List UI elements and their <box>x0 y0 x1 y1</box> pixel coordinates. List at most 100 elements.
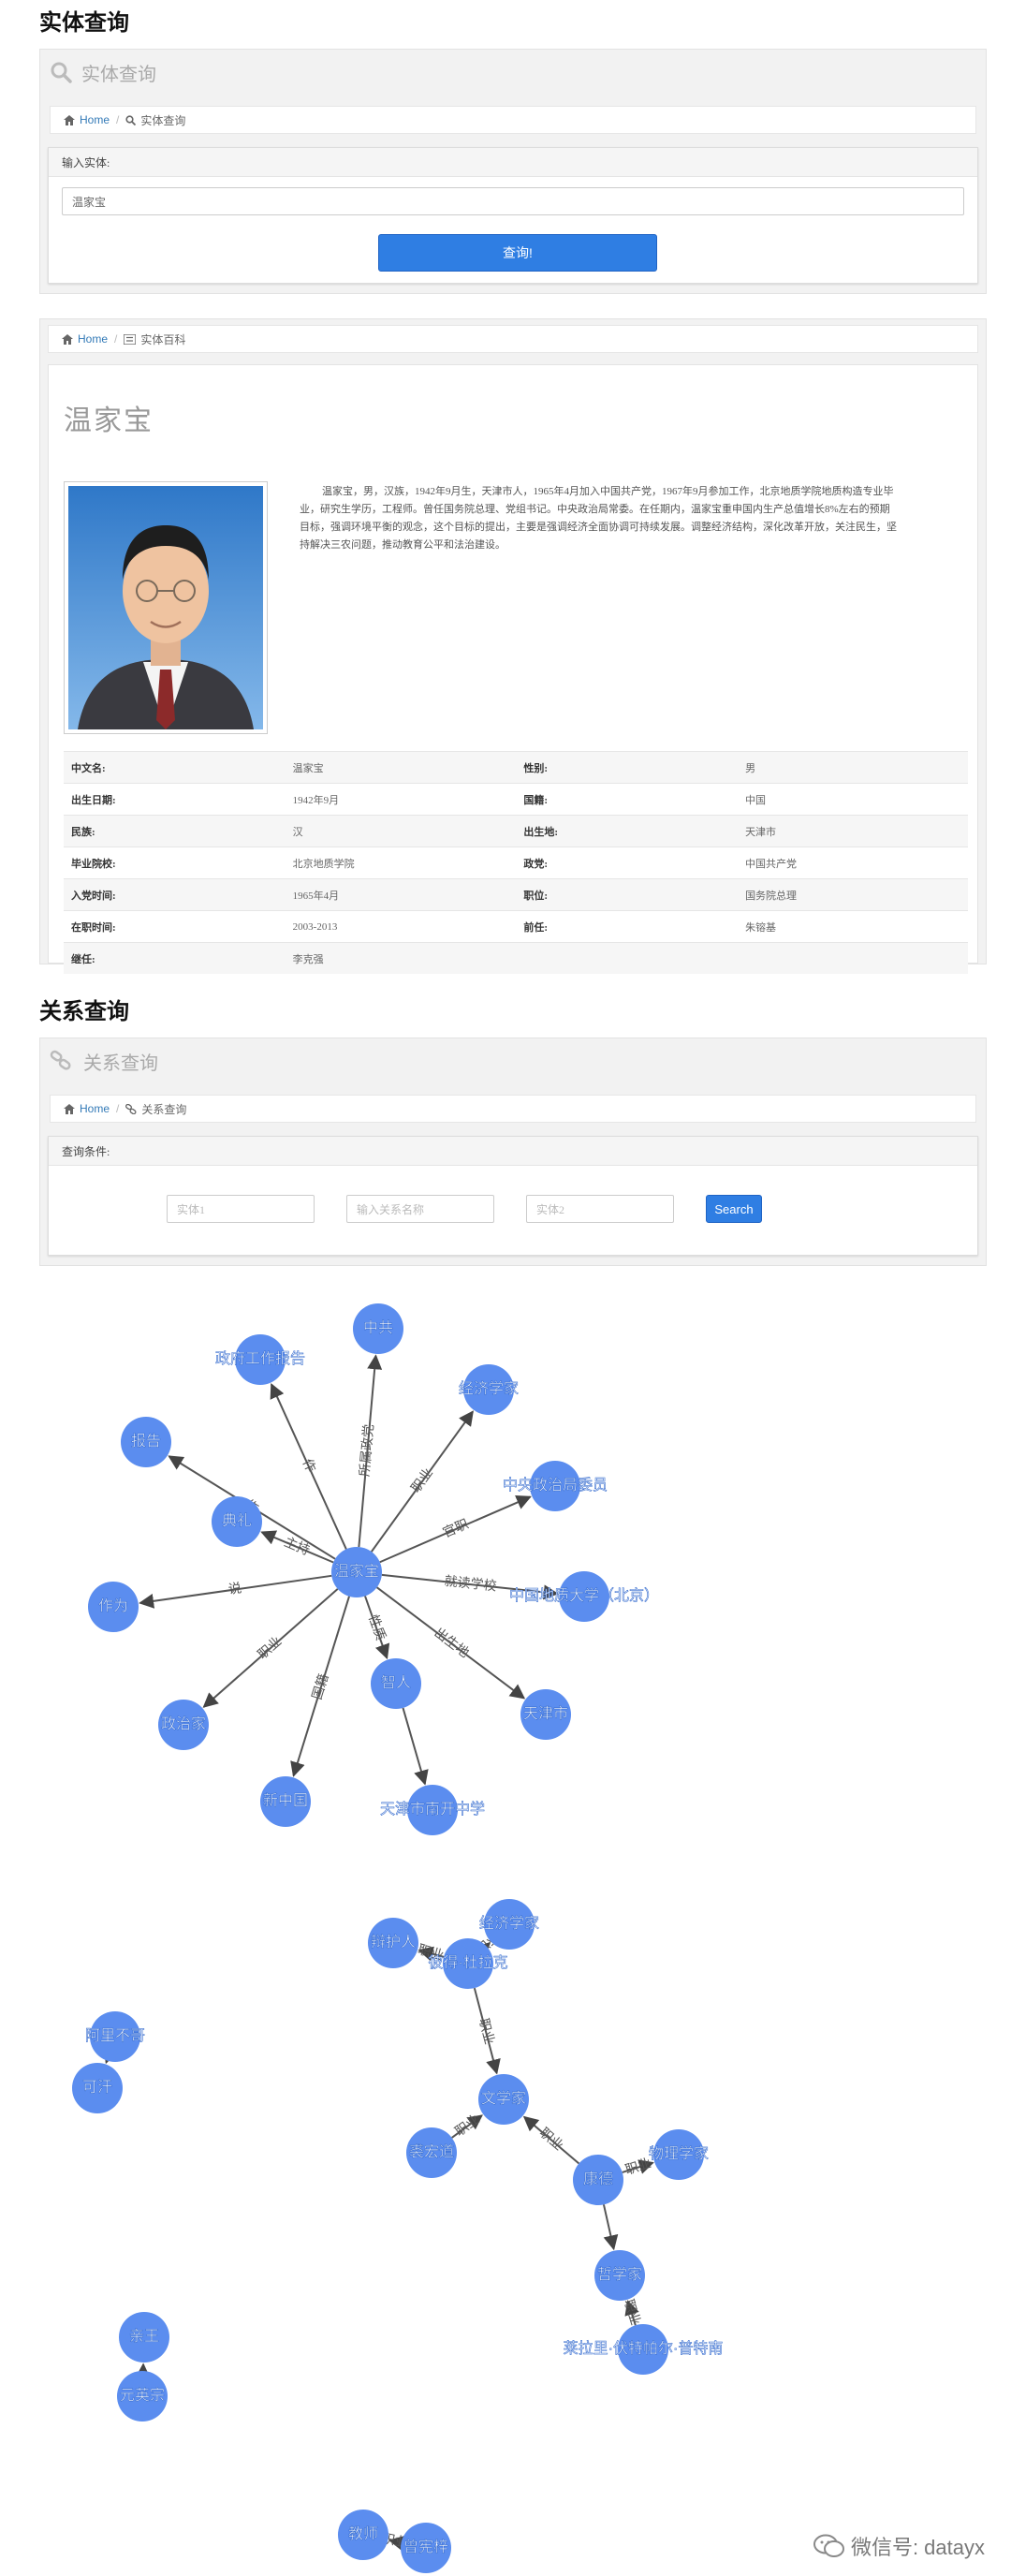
breadcrumb: Home / 实体百科 <box>48 325 978 353</box>
graph-node[interactable]: 阿里不哥 <box>85 2011 145 2062</box>
info-key: 在职时间: <box>64 910 286 943</box>
info-key: 入党时间: <box>64 878 286 911</box>
graph-node[interactable]: 典礼 <box>212 1496 262 1547</box>
info-key <box>516 942 739 974</box>
graph-node[interactable]: 曾宪梓 <box>401 2523 451 2573</box>
graph-edge-label: 国籍 <box>309 1671 331 1700</box>
graph-node[interactable]: 中共 <box>353 1303 403 1354</box>
graph-node[interactable]: 报告 <box>121 1417 171 1467</box>
graph-edge-label: 官职 <box>440 1516 470 1540</box>
relation-graph[interactable]: 所属政党作职业作官职主持就读学校说性质出生地职业国籍职业职业职业职业职业职业职业… <box>0 1293 1011 2576</box>
graph-node-label: 中共 <box>363 1319 393 1336</box>
info-key: 国籍: <box>516 783 739 816</box>
graph-node[interactable]: 中央政治局委员 <box>503 1461 608 1511</box>
info-value: 1942年9月 <box>285 783 517 816</box>
graph-node[interactable]: 教师 <box>338 2510 388 2560</box>
entity2-input[interactable]: 实体2 <box>526 1195 674 1223</box>
info-row: 在职时间: 2003-2013 前任: 朱镕基 <box>64 910 968 943</box>
breadcrumb-separator: / <box>114 332 118 346</box>
entity-name: 温家宝 <box>64 405 154 436</box>
graph-node[interactable]: 元英宗 <box>117 2371 168 2421</box>
graph-node[interactable]: 政府工作报告 <box>215 1334 305 1385</box>
graph-node[interactable]: 经济学家 <box>459 1364 519 1415</box>
graph-node[interactable]: 温家宝 <box>331 1547 382 1597</box>
graph-node-label: 智人 <box>381 1674 411 1691</box>
info-value: 1965年4月 <box>285 878 517 911</box>
breadcrumb-home-link[interactable]: Home <box>78 332 108 346</box>
graph-node-label: 裘宏道 <box>409 2143 454 2160</box>
graph-edge-label: 说 <box>227 1580 242 1597</box>
info-row: 入党时间: 1965年4月 职位: 国务院总理 <box>64 878 968 911</box>
graph-node[interactable]: 天津市 <box>520 1689 571 1740</box>
panel-header: 实体查询 <box>40 50 986 95</box>
info-table: 中文名: 温家宝 性别: 男出生日期: 1942年9月 国籍: 中国 民族: 汉出生地: 天津市毕… <box>64 751 968 974</box>
info-value: 温家宝 <box>285 751 517 784</box>
graph-node[interactable]: 智人 <box>371 1658 421 1709</box>
graph-node[interactable]: 物理学家 <box>649 2129 709 2180</box>
graph-node[interactable]: 天津市南开中学 <box>380 1785 485 1835</box>
graph-edge <box>402 1707 429 1786</box>
home-icon <box>62 333 73 345</box>
graph-node-label: 天津市 <box>523 1705 568 1722</box>
info-value: 天津市 <box>738 815 968 847</box>
entity-input[interactable]: 温家宝 <box>62 187 964 215</box>
graph-edge-label: 职业 <box>622 2297 644 2327</box>
relation-input[interactable]: 输入关系名称 <box>346 1195 494 1223</box>
info-value <box>738 942 968 974</box>
submit-query-button[interactable]: 查询! <box>378 234 657 272</box>
home-icon <box>64 1103 75 1114</box>
graph-node-label: 元英宗 <box>120 2387 165 2404</box>
info-value: 国务院总理 <box>738 878 968 911</box>
relation-form: 查询条件: 实体1 输入关系名称 实体2 Search <box>48 1136 978 1256</box>
graph-node[interactable]: 政治家 <box>158 1700 209 1750</box>
search-icon <box>125 114 137 125</box>
graph-node[interactable]: 莱拉里·伏特帕尔·普特南 <box>563 2324 724 2375</box>
graph-node[interactable]: 哲学家 <box>594 2250 645 2301</box>
breadcrumb: Home / 关系查询 <box>50 1095 976 1123</box>
breadcrumb-current: 实体查询 <box>140 113 186 127</box>
breadcrumb-home-link[interactable]: Home <box>80 1102 110 1115</box>
search-button[interactable]: Search <box>706 1195 762 1223</box>
entity-bio: 温家宝，男，汉族，1942年9月生，天津市人，1965年4月加入中国共产党，19… <box>300 486 897 551</box>
graph-node[interactable]: 文学家 <box>478 2074 529 2125</box>
breadcrumb-home-link[interactable]: Home <box>80 113 110 126</box>
info-key: 毕业院校: <box>64 846 286 879</box>
graph-node[interactable]: 亲王 <box>119 2312 169 2363</box>
graph-node-label: 教师 <box>348 2525 378 2542</box>
graph-node[interactable]: 康德 <box>573 2155 623 2205</box>
graph-node-label: 政治家 <box>161 1715 206 1732</box>
link-icon <box>125 1103 137 1114</box>
graph-edge-label: 出生地 <box>432 1625 472 1660</box>
graph-node-label: 彼得·杜拉克 <box>428 1954 507 1971</box>
graph-node-label: 亲王 <box>129 2328 159 2345</box>
entity1-input[interactable]: 实体1 <box>167 1195 315 1223</box>
info-row: 中文名: 温家宝 性别: 男 <box>64 751 968 784</box>
graph-node-label: 哲学家 <box>597 2266 642 2283</box>
graph-node[interactable]: 中国地质大学（北京） <box>509 1571 659 1622</box>
info-key: 出生日期: <box>64 783 286 816</box>
entity-photo <box>64 481 268 734</box>
graph-node[interactable]: 彼得·杜拉克 <box>428 1938 508 1989</box>
relation-section-title: 关系查询 <box>39 999 129 1024</box>
graph-node-label: 经济学家 <box>459 1380 519 1397</box>
info-key: 出生地: <box>516 815 739 847</box>
watermark-text: 微信号: datayx <box>850 2536 985 2559</box>
info-key: 民族: <box>64 815 286 847</box>
graph-node[interactable]: 裘宏道 <box>406 2127 457 2178</box>
info-key: 中文名: <box>64 751 286 784</box>
graph-node[interactable]: 辩护人 <box>368 1918 418 1968</box>
graph-node-label: 报告 <box>131 1433 161 1450</box>
info-row: 民族: 汉出生地: 天津市 <box>64 815 968 847</box>
breadcrumb-separator: / <box>116 113 120 126</box>
graph-node[interactable]: 可汗 <box>72 2063 123 2113</box>
graph-node[interactable]: 作为 <box>88 1582 139 1632</box>
graph-node-label: 政府工作报告 <box>215 1350 305 1367</box>
graph-node[interactable]: 新中国 <box>260 1776 311 1827</box>
graph-edge-label: 作 <box>300 1456 319 1474</box>
link-icon <box>50 1050 71 1070</box>
info-key: 继任: <box>64 942 286 974</box>
panel-title: 实体查询 <box>81 64 156 85</box>
graph-node-label: 天津市南开中学 <box>380 1801 485 1818</box>
info-value: 男 <box>738 751 968 784</box>
graph-node-label: 辩护人 <box>371 1934 416 1950</box>
